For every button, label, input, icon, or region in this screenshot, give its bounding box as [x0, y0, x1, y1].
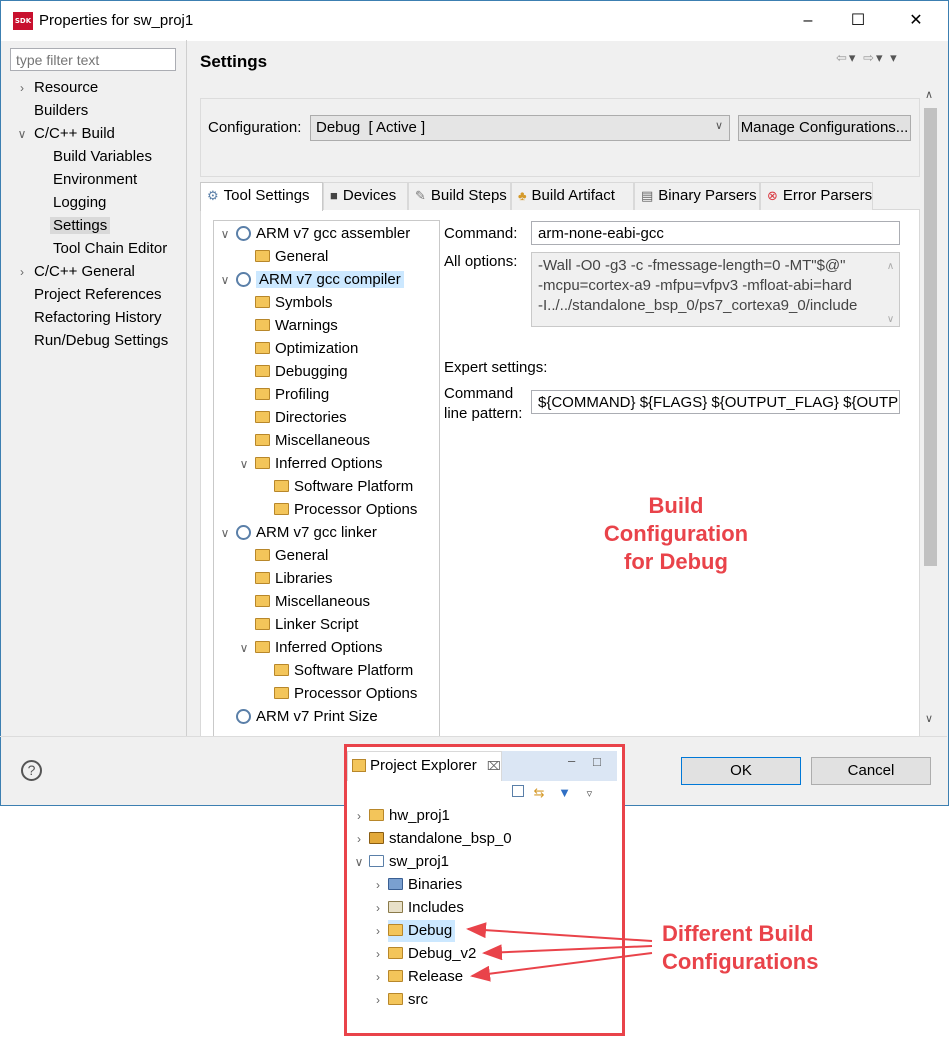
arrow-to-release	[470, 952, 653, 982]
arrow-to-debug	[466, 922, 653, 942]
annotation-arrows	[466, 922, 653, 982]
arrow-to-debug-v2	[482, 944, 653, 961]
